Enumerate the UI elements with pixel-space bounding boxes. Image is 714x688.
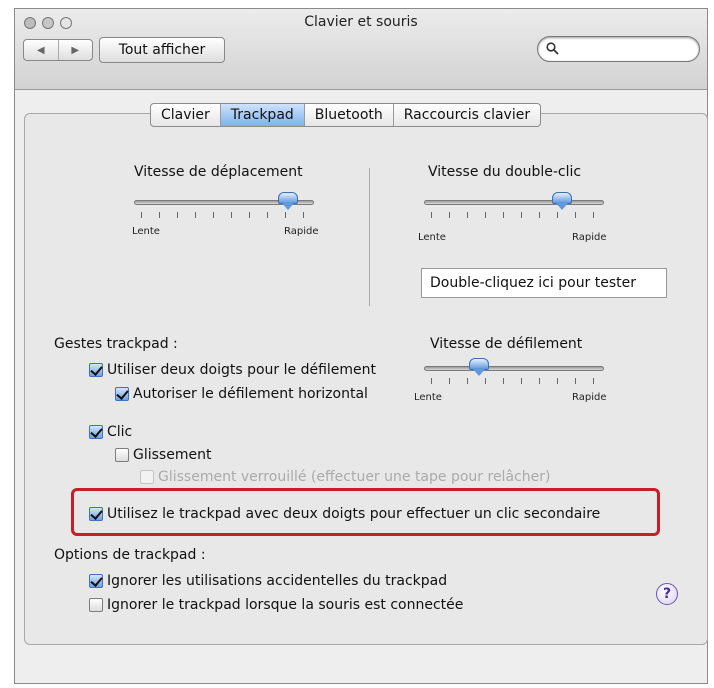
double-click-test-area[interactable]: Double-cliquez ici pour tester (421, 268, 667, 298)
tracking-speed-ticks (141, 212, 307, 218)
back-forward-control[interactable]: ◀ ▶ (23, 39, 93, 61)
back-arrow-icon[interactable]: ◀ (24, 40, 59, 60)
horizontal-scroll-label: Autoriser le défilement horizontal (133, 386, 368, 402)
tracking-speed-slider[interactable] (278, 192, 298, 212)
tab-bar: Clavier Trackpad Bluetooth Raccourcis cl… (150, 103, 542, 127)
two-finger-scroll-checkbox[interactable]: Utiliser deux doigts pour le défilement (89, 362, 376, 378)
checkmark-icon[interactable] (89, 507, 103, 521)
search-field[interactable] (537, 36, 700, 62)
window-title: Clavier et souris (304, 14, 418, 30)
tab-raccourcis-clavier[interactable]: Raccourcis clavier (394, 104, 540, 126)
ignore-when-mouse-label: Ignorer le trackpad lorsque la souris es… (107, 597, 464, 613)
double-click-speed-min-label: Lente (418, 232, 446, 243)
search-input[interactable] (562, 40, 694, 60)
forward-arrow-icon[interactable]: ▶ (59, 40, 93, 60)
tracking-speed-label: Vitesse de déplacement (134, 164, 303, 180)
scroll-speed-slider[interactable] (469, 358, 489, 378)
scroll-speed-label: Vitesse de défilement (430, 336, 583, 352)
title-bar: Clavier et souris ◀ ▶ Tout afficher (15, 9, 707, 90)
double-click-speed-ticks (431, 212, 597, 218)
secondary-click-checkbox[interactable]: Utilisez le trackpad avec deux doigts po… (89, 506, 600, 522)
trackpad-panel (24, 113, 708, 645)
secondary-click-label: Utilisez le trackpad avec deux doigts po… (107, 506, 601, 522)
search-icon (546, 42, 559, 59)
glissement-verrouille-checkbox: Glissement verrouillé (effectuer une tap… (140, 469, 550, 485)
scroll-speed-ticks (431, 378, 597, 384)
show-all-button[interactable]: Tout afficher (99, 37, 225, 63)
double-click-speed-label: Vitesse du double-clic (428, 164, 582, 180)
tracking-speed-max-label: Rapide (284, 226, 319, 237)
checkmark-icon[interactable] (89, 363, 103, 377)
help-icon[interactable]: ? (656, 583, 678, 605)
tab-clavier[interactable]: Clavier (151, 104, 221, 126)
gestures-heading: Gestes trackpad : (54, 336, 178, 352)
two-finger-scroll-label: Utiliser deux doigts pour le défilement (107, 362, 377, 378)
double-click-speed-track[interactable] (424, 200, 604, 205)
section-divider (369, 168, 370, 306)
checkmark-icon[interactable] (115, 387, 129, 401)
scroll-speed-track[interactable] (424, 366, 604, 371)
clic-label: Clic (107, 424, 133, 440)
checkmark-icon[interactable] (89, 574, 103, 588)
ignore-accidental-label: Ignorer les utilisations accidentelles d… (107, 573, 448, 589)
options-heading: Options de trackpad : (54, 547, 206, 563)
horizontal-scroll-checkbox[interactable]: Autoriser le défilement horizontal (115, 386, 368, 402)
glissement-label: Glissement (133, 447, 212, 463)
ignore-accidental-checkbox[interactable]: Ignorer les utilisations accidentelles d… (89, 573, 447, 589)
checkmark-icon[interactable] (89, 425, 103, 439)
glissement-verrouille-label: Glissement verrouillé (effectuer une tap… (158, 469, 551, 485)
scroll-speed-min-label: Lente (414, 392, 442, 403)
scroll-speed-max-label: Rapide (572, 392, 607, 403)
tracking-speed-min-label: Lente (132, 226, 160, 237)
double-click-speed-slider[interactable] (552, 192, 572, 212)
glissement-checkbox[interactable]: Glissement (115, 447, 211, 463)
tab-trackpad[interactable]: Trackpad (220, 104, 305, 126)
tab-bluetooth[interactable]: Bluetooth (305, 104, 394, 126)
clic-checkbox[interactable]: Clic (89, 424, 132, 440)
double-click-speed-max-label: Rapide (572, 232, 607, 243)
ignore-when-mouse-checkbox[interactable]: Ignorer le trackpad lorsque la souris es… (89, 597, 463, 613)
